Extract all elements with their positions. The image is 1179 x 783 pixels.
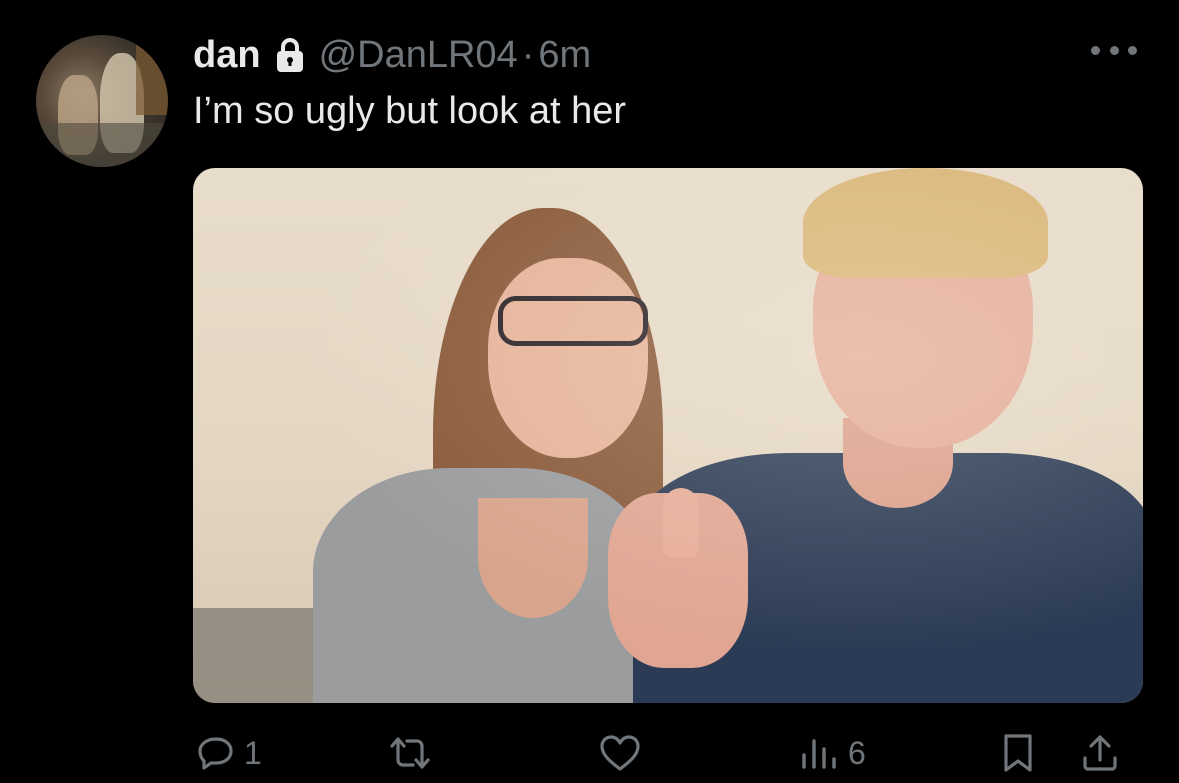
lock-icon <box>275 37 305 73</box>
tweet-timestamp[interactable]: 6m <box>538 34 591 77</box>
tweet-header: dan @DanLR04 · 6m <box>193 30 591 80</box>
user-handle[interactable]: @DanLR04 <box>319 34 518 77</box>
reply-icon <box>198 737 233 770</box>
avatar-background <box>136 45 168 115</box>
photo-lighting <box>193 168 1143 703</box>
avatar-foreground <box>44 123 164 167</box>
share-icon <box>1083 735 1117 771</box>
more-dot <box>1128 45 1137 55</box>
more-options-icon[interactable] <box>1091 42 1137 58</box>
tweet-text: I’m so ugly but look at her <box>193 90 626 132</box>
bookmark-button[interactable] <box>1000 725 1036 781</box>
views-button[interactable]: 6 <box>800 725 866 781</box>
retweet-button[interactable] <box>386 725 434 781</box>
share-button[interactable] <box>1080 725 1120 781</box>
avatar[interactable] <box>36 35 168 167</box>
heart-icon <box>600 735 640 771</box>
tweet-photo[interactable] <box>193 168 1143 703</box>
retweet-icon <box>390 737 430 769</box>
more-dot <box>1091 45 1100 55</box>
views-icon <box>802 739 836 769</box>
reply-count: 1 <box>244 734 262 771</box>
display-name[interactable]: dan <box>193 34 261 77</box>
views-count: 6 <box>848 734 866 771</box>
like-button[interactable] <box>598 725 642 781</box>
more-dot <box>1109 45 1119 55</box>
bookmark-icon <box>1004 734 1032 772</box>
separator-dot: · <box>521 33 535 76</box>
tweet-actions-bar: 1 6 <box>0 725 1179 781</box>
reply-button[interactable]: 1 <box>196 725 262 781</box>
